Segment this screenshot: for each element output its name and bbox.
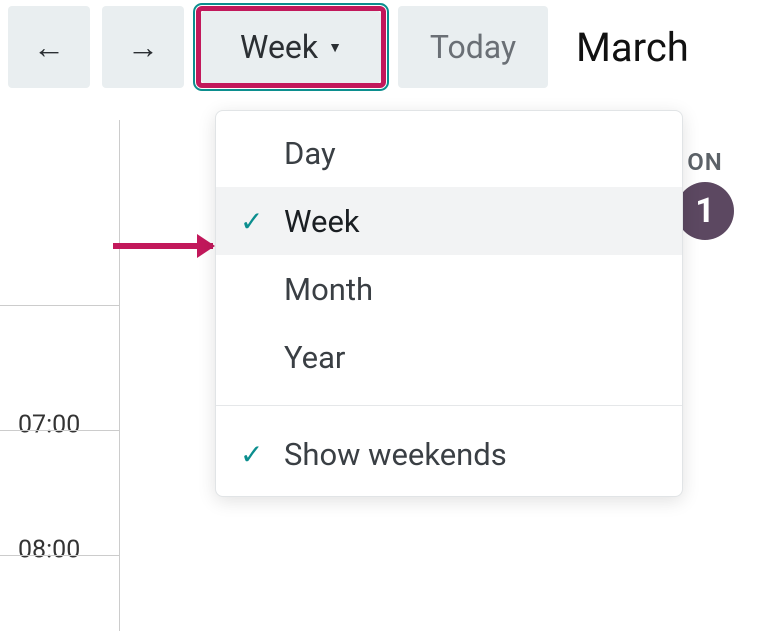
arrow-right-icon: → [127,28,159,66]
dropdown-item-label: Week [284,203,360,240]
date-badge[interactable]: 1 [676,182,734,240]
dropdown-item-label: Month [284,271,373,308]
prev-button[interactable]: ← [8,6,90,88]
time-gridline [0,430,119,431]
view-selector-label: Week [240,28,318,66]
dropdown-item-label: Year [284,339,345,376]
check-icon: ✓ [240,438,284,471]
view-dropdown-menu: Day ✓ Week Month Year ✓ Show weekends [215,110,683,497]
calendar-toolbar: ← → Week ▼ Today March [0,0,768,88]
today-button[interactable]: Today [398,6,548,88]
arrow-left-icon: ← [33,28,65,66]
time-gridline [0,305,119,306]
dropdown-item-label: Day [284,135,336,172]
time-label: 07:00 [18,411,80,440]
caret-down-icon: ▼ [328,39,342,56]
dropdown-item-label: Show weekends [284,436,507,473]
time-label: 08:00 [18,536,80,565]
annotation-arrow-icon [113,243,213,249]
dropdown-item-month[interactable]: Month [216,255,682,323]
view-selector-button[interactable]: Week ▼ [201,11,381,83]
dropdown-item-week[interactable]: ✓ Week [216,187,682,255]
current-month-label: March [560,24,689,71]
dropdown-item-year[interactable]: Year [216,323,682,391]
time-column: 07:00 08:00 [0,120,120,631]
dropdown-item-show-weekends[interactable]: ✓ Show weekends [216,420,682,488]
dropdown-divider [216,405,682,406]
time-gridline [0,555,119,556]
dropdown-item-day[interactable]: Day [216,119,682,187]
next-button[interactable]: → [102,6,184,88]
view-selector-highlight: Week ▼ [196,6,386,88]
check-icon: ✓ [240,205,284,238]
